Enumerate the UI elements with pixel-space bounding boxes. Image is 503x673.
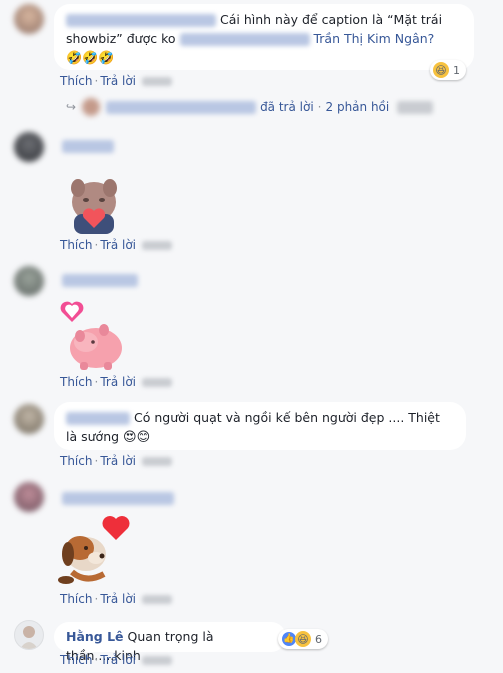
replied-text: đã trả lời [260,100,314,114]
comment-bubble: Hằng Lê Quan trọng là thần.....kinh [54,622,286,663]
reply-link[interactable]: Trả lời [100,653,136,667]
avatar[interactable] [14,132,44,162]
like-link[interactable]: Thích [60,74,92,88]
like-link[interactable]: Thích [60,592,92,606]
comment-bubble: Cái hình này để caption là “Mặt trái sho… [54,4,474,70]
reply-link[interactable]: Trả lời [100,375,136,389]
reply-link[interactable]: Trả lời [100,592,136,606]
mention-link[interactable]: Trần Thị Kim Ngân? [313,31,434,46]
sticker-pig-heart [58,296,128,374]
reaction-summary[interactable]: 😆 1 [430,60,466,80]
reply-link[interactable]: Trả lời [100,454,136,468]
author-name[interactable] [66,412,130,425]
comment-bubble: Có người quạt và ngồi kế bên người đẹp .… [54,402,466,450]
comment-emojis: 😍😊 [123,430,151,445]
avatar[interactable] [14,4,44,34]
reply-time-blurred [397,100,434,114]
avatar[interactable] [14,620,44,650]
avatar[interactable] [14,404,44,434]
haha-reaction-icon: 😆 [295,631,311,647]
comment-actions: Thích · Trả lời [60,592,172,606]
reaction-count: 6 [315,632,322,646]
reply-author-blurred [106,100,257,114]
avatar[interactable] [14,482,44,512]
reply-arrow-icon: ↪ [66,100,77,114]
author-name[interactable] [62,140,114,153]
author-name[interactable]: Hằng Lê [66,629,124,644]
like-link[interactable]: Thích [60,653,92,667]
sticker-cat-heart [64,178,124,236]
comment-actions: Thích · Trả lời [60,238,172,252]
reply-link[interactable]: Trả lời [100,74,136,88]
sticker-dog-heart [52,514,132,588]
like-link[interactable]: Thích [60,375,92,389]
avatar[interactable] [14,266,44,296]
reply-link[interactable]: Trả lời [100,238,136,252]
timestamp[interactable] [142,241,172,250]
haha-reaction-icon: 😆 [433,62,449,78]
timestamp[interactable] [142,595,172,604]
comment-actions: Thích · Trả lời [60,454,172,468]
comment-emojis: 🤣🤣🤣 [66,51,115,66]
author-name[interactable] [66,14,216,27]
reply-count[interactable]: 2 phản hồi [326,100,390,114]
reaction-summary[interactable]: 👍 😆 6 [278,629,328,649]
comment-actions: Thích · Trả lời [60,653,172,667]
reply-avatar [82,98,101,116]
author-name[interactable] [62,274,138,287]
timestamp[interactable] [142,457,172,466]
timestamp[interactable] [142,378,172,387]
timestamp[interactable] [142,77,172,86]
reaction-count: 1 [453,63,460,77]
like-link[interactable]: Thích [60,238,92,252]
comment-actions: Thích · Trả lời [60,375,172,389]
view-replies[interactable]: ↪ đã trả lời · 2 phản hồi [66,98,434,116]
timestamp[interactable] [142,656,172,665]
mention-blurred[interactable] [179,33,310,46]
like-link[interactable]: Thích [60,454,92,468]
author-name[interactable] [62,492,174,505]
comment-actions: Thích · Trả lời [60,74,172,88]
